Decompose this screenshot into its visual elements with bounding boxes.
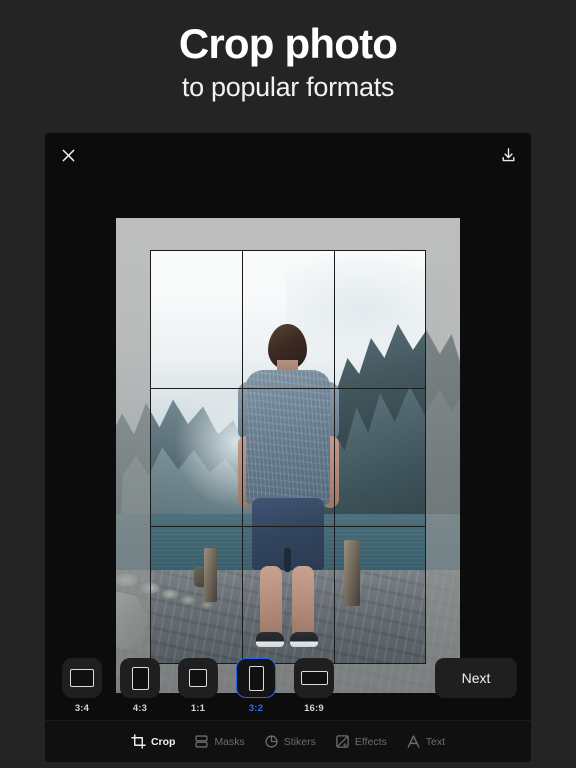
ratio-tile — [294, 658, 334, 698]
ratio-shape-square-icon — [189, 669, 207, 687]
app-topbar — [45, 133, 531, 177]
ratio-option-3-2[interactable]: 3:2 — [233, 658, 279, 714]
subject-shirt-texture — [246, 370, 330, 506]
tab-label: Text — [425, 735, 446, 748]
ratio-option-3-4[interactable]: 3:4 — [59, 658, 105, 714]
tab-label: Stikers — [283, 735, 316, 748]
text-icon — [407, 735, 420, 748]
aspect-ratio-list: 3:4 4:3 1:1 3:2 16:9 — [59, 658, 425, 714]
crop-dim-right — [426, 250, 460, 664]
masks-icon — [195, 735, 209, 748]
close-icon — [62, 149, 74, 161]
stickers-icon — [265, 735, 278, 748]
ratio-label: 1:1 — [190, 703, 206, 714]
ratio-tile — [120, 658, 160, 698]
subject-shoe-left — [256, 632, 284, 647]
page-root: Crop photo to popular formats 3:4 4:3 1:… — [0, 0, 576, 768]
source-photo — [116, 218, 460, 693]
editor-canvas[interactable] — [45, 177, 531, 693]
ratio-tile — [62, 658, 102, 698]
ratio-option-1-1[interactable]: 1:1 — [175, 658, 221, 714]
page-title: Crop photo — [178, 20, 398, 67]
subject-shoe-right — [290, 632, 318, 647]
ratio-shape-landscape-icon — [70, 669, 94, 687]
bottom-toolbar: Crop Masks Stikers Effects Text — [45, 720, 531, 762]
tab-text[interactable]: Text — [406, 734, 445, 749]
page-subtitle: to popular formats — [181, 72, 395, 103]
tab-label: Effects — [354, 735, 387, 748]
tab-masks[interactable]: Masks — [194, 734, 245, 749]
ratio-label: 3:2 — [248, 703, 264, 714]
ratio-shape-wide-icon — [300, 671, 328, 685]
ratio-label: 3:4 — [74, 703, 90, 714]
tab-effects[interactable]: Effects — [335, 734, 387, 749]
headline-block: Crop photo to popular formats — [0, 20, 576, 103]
aspect-ratio-bar: 3:4 4:3 1:1 3:2 16:9 Next — [45, 658, 531, 720]
ratio-option-4-3[interactable]: 4:3 — [117, 658, 163, 714]
crop-icon — [131, 734, 146, 749]
ratio-shape-portrait-icon — [131, 666, 149, 690]
ratio-tile — [178, 658, 218, 698]
subject-shorts-gap — [284, 548, 291, 572]
ratio-label: 4:3 — [132, 703, 148, 714]
ratio-label: 16:9 — [304, 703, 324, 714]
effects-icon — [336, 735, 349, 748]
download-button[interactable] — [495, 142, 521, 168]
subject-leg-right — [292, 566, 314, 638]
tab-stickers[interactable]: Stikers — [264, 734, 316, 749]
crop-dim-left — [116, 250, 150, 664]
tab-label: Masks — [214, 735, 245, 748]
photo-viewport[interactable] — [116, 218, 460, 693]
photo-post-left — [204, 548, 217, 602]
photo-post-right — [344, 540, 360, 606]
photo-subject-person — [232, 324, 344, 654]
close-button[interactable] — [55, 142, 81, 168]
download-icon — [502, 147, 514, 161]
tab-crop[interactable]: Crop — [131, 734, 176, 749]
next-button[interactable]: Next — [435, 658, 517, 698]
tab-label: Crop — [150, 735, 176, 748]
ratio-shape-portrait-tall-icon — [248, 665, 264, 691]
ratio-tile — [236, 658, 276, 698]
crop-dim-top — [116, 218, 460, 250]
subject-leg-left — [260, 566, 282, 638]
app-panel: 3:4 4:3 1:1 3:2 16:9 Next Crop Masks Sti… — [45, 133, 531, 762]
ratio-option-16-9[interactable]: 16:9 — [291, 658, 337, 714]
